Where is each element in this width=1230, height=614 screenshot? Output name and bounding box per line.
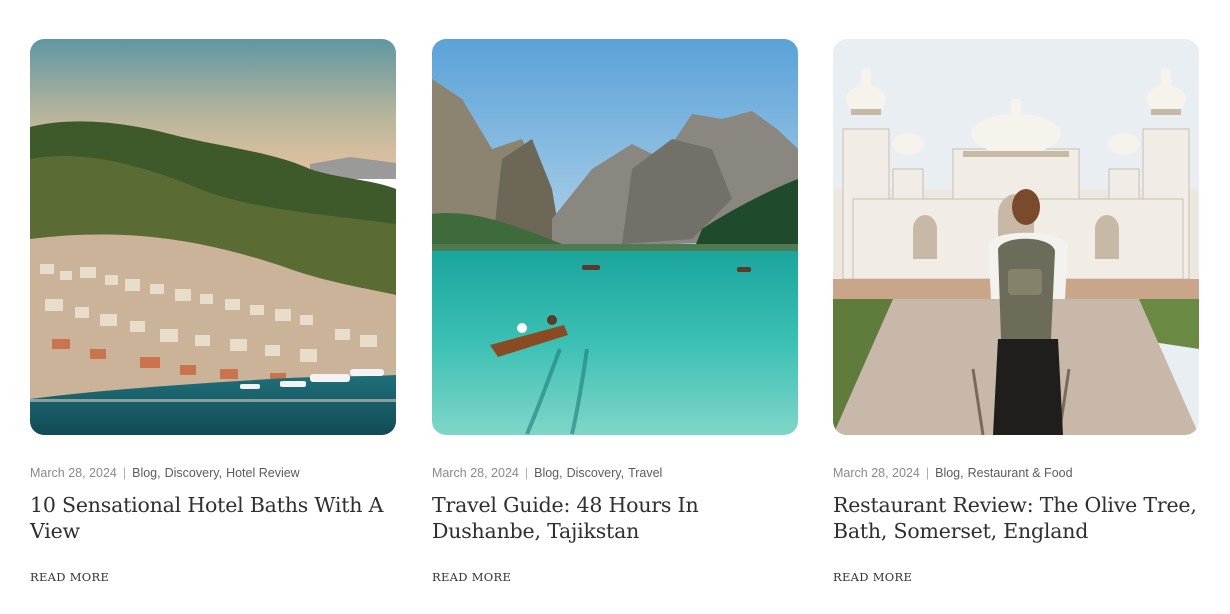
coastal-town-harbor-image [30, 39, 396, 435]
post-thumbnail[interactable] [833, 39, 1199, 435]
blog-card: March 28, 2024 | Blog, Restaurant & Food Re… [833, 39, 1199, 586]
post-thumbnail[interactable] [30, 39, 396, 435]
category-link-restaurant-food[interactable]: Restaurant & Food [968, 466, 1073, 480]
category-link-travel[interactable]: Travel [628, 466, 662, 480]
post-thumbnail[interactable] [432, 39, 798, 435]
category-link-blog[interactable]: Blog [132, 466, 157, 480]
meta-separator: | [925, 466, 930, 480]
post-date: March 28, 2024 [833, 466, 920, 480]
mountain-lake-boat-image [432, 39, 798, 435]
category-link-discovery[interactable]: Discovery [567, 466, 621, 480]
category-link-discovery[interactable]: Discovery [165, 466, 219, 480]
white-palace-traveler-image [833, 39, 1199, 435]
post-date: March 28, 2024 [432, 466, 519, 480]
blog-card: March 28, 2024 | Blog, Discovery, Travel Tra… [432, 39, 798, 586]
meta-separator: | [122, 466, 127, 480]
post-date: March 28, 2024 [30, 466, 117, 480]
read-more-link[interactable]: READ MORE [432, 570, 511, 584]
post-meta: March 28, 2024 | Blog, Restaurant & Food [833, 466, 1073, 480]
blog-card: March 28, 2024 | Blog, Discovery, Hotel Revi… [30, 39, 396, 586]
category-link-hotel-review[interactable]: Hotel Review [226, 466, 300, 480]
read-more-link[interactable]: READ MORE [833, 570, 912, 584]
category-link-blog[interactable]: Blog [935, 466, 960, 480]
category-link-blog[interactable]: Blog [534, 466, 559, 480]
post-title[interactable]: Travel Guide: 48 Hours In Dushanbe, Taji… [432, 492, 798, 546]
post-meta: March 28, 2024 | Blog, Discovery, Travel [432, 466, 663, 480]
post-title[interactable]: 10 Sensational Hotel Baths With A View [30, 492, 396, 546]
post-title[interactable]: Restaurant Review: The Olive Tree, Bath,… [833, 492, 1199, 546]
read-more-link[interactable]: READ MORE [30, 570, 109, 584]
meta-separator: | [524, 466, 529, 480]
post-meta: March 28, 2024 | Blog, Discovery, Hotel Revi… [30, 466, 300, 480]
